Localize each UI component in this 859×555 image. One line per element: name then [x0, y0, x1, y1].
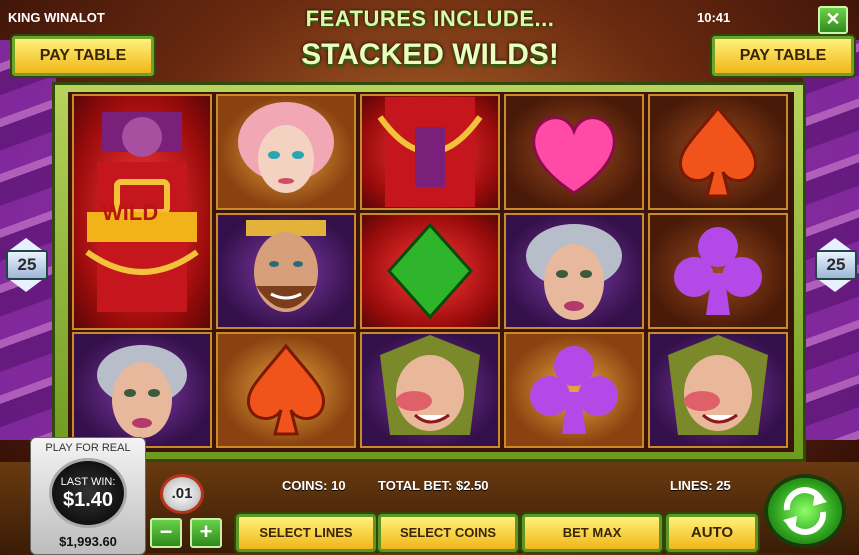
pay-table-button-right[interactable]: PAY TABLE	[712, 36, 854, 76]
chevron-down-icon[interactable]	[10, 280, 42, 292]
select-lines-button[interactable]: SELECT LINES	[236, 514, 376, 552]
last-win-label: LAST WIN:	[60, 476, 116, 488]
diamond-symbol-cell	[360, 213, 500, 329]
old-lady-symbol	[74, 334, 210, 446]
club-purple-icon	[650, 215, 786, 327]
old-lady-symbol-cell	[72, 332, 212, 448]
princess-symbol-cell	[216, 94, 356, 210]
reel-1-wild-stack: WILD	[72, 94, 212, 330]
spade-orange-icon	[650, 96, 786, 208]
headline-stacked-wilds: STACKED WILDS!	[301, 38, 559, 71]
diamond-green-icon	[362, 215, 498, 327]
king-symbol	[218, 215, 354, 327]
spade-orange-icon	[218, 334, 354, 446]
close-button[interactable]: ✕	[818, 6, 848, 34]
club-symbol-cell	[504, 332, 644, 448]
wild-king-symbol	[362, 96, 498, 208]
lines-count-left: 25	[6, 250, 48, 280]
clock: 10:41	[697, 10, 731, 25]
pay-table-button-left[interactable]: PAY TABLE	[12, 36, 154, 76]
last-win-value: $1.40	[62, 489, 114, 511]
play-mode-label: PLAY FOR REAL	[45, 442, 131, 454]
coins-info: COINS: 10	[282, 478, 346, 493]
jester-symbol	[650, 334, 786, 446]
chevron-up-icon[interactable]	[819, 238, 851, 250]
headline-features: FEATURES INCLUDE...	[305, 6, 555, 31]
total-bet-info: TOTAL BET: $2.50	[378, 478, 489, 493]
lines-selector-right[interactable]: 25	[815, 238, 857, 300]
princess-symbol	[218, 96, 354, 208]
heart-pink-icon	[506, 96, 642, 208]
king-symbol-cell	[216, 213, 356, 329]
jester-symbol-cell	[648, 332, 788, 448]
club-purple-icon	[506, 334, 642, 446]
heart-symbol-cell	[504, 94, 644, 210]
old-lady-symbol	[506, 215, 642, 327]
chevron-down-icon[interactable]	[819, 280, 851, 292]
wallet-widget[interactable]: PLAY FOR REAL LAST WIN: $1.40 $1,993.60	[30, 437, 146, 555]
lines-count-right: 25	[815, 250, 857, 280]
coin-value-chip[interactable]: .01	[160, 474, 204, 514]
spade-symbol-cell	[216, 332, 356, 448]
spade-symbol-cell	[648, 94, 788, 210]
reel-3-wild-cell	[360, 94, 500, 210]
select-coins-button[interactable]: SELECT COINS	[378, 514, 518, 552]
decrease-bet-button[interactable]: −	[150, 518, 182, 548]
balance-value: $1,993.60	[59, 534, 117, 549]
game-title: KING WINALOT	[8, 10, 105, 25]
reels-area: WILD	[68, 92, 794, 452]
lines-selector-left[interactable]: 25	[6, 238, 48, 300]
spin-icon	[783, 487, 827, 535]
wild-label: WILD	[102, 200, 159, 225]
jester-symbol	[362, 334, 498, 446]
jester-symbol-cell	[360, 332, 500, 448]
old-lady-symbol-cell	[504, 213, 644, 329]
spin-button[interactable]	[764, 474, 846, 548]
auto-spin-button[interactable]: AUTO	[666, 514, 758, 552]
bet-max-button[interactable]: BET MAX	[522, 514, 662, 552]
chevron-up-icon[interactable]	[10, 238, 42, 250]
increase-bet-button[interactable]: +	[190, 518, 222, 548]
club-symbol-cell	[648, 213, 788, 329]
lines-info: LINES: 25	[670, 478, 731, 493]
